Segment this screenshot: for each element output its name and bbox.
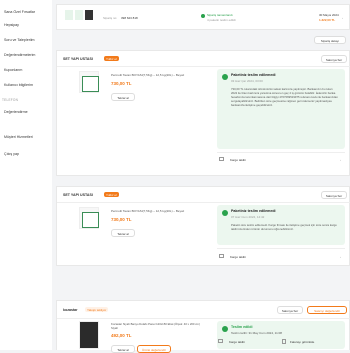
order-total: 1.322,00 TL — [319, 18, 336, 22]
invoice-icon — [282, 339, 286, 344]
product-price: 492,00 TL — [111, 333, 132, 338]
seller-badge: Yıldız el — [104, 192, 119, 197]
sidebar-item-requests[interactable]: Soru ve Talepleriim — [4, 38, 35, 42]
product-name[interactable]: Kozastar Siyah Banyo Dolabı Panel 120x15… — [111, 322, 206, 330]
chevron-right-icon[interactable]: › — [340, 158, 341, 162]
package-card: SET YAPI USTASI Yıldız el Satıcıya Sor P… — [56, 186, 350, 266]
ask-seller-button[interactable]: Satıcıya Sor — [277, 306, 303, 314]
order-status-sub: 4 paketin teslim edildi — [207, 18, 236, 22]
seller-badge: Yıldız el — [104, 56, 119, 61]
sidebar-item-hepsipay[interactable]: Hepsipay — [4, 23, 19, 27]
invoice-link[interactable]: Faturayı görüntüle — [290, 340, 314, 344]
divider — [217, 248, 345, 249]
divider — [57, 66, 350, 67]
delivery-date: Teslim tarihi: 31 May Cum 2024, 11:08 — [231, 331, 282, 335]
chevron-right-icon[interactable]: › — [342, 16, 343, 20]
order-header: Sipariş no: 398 623 818 Sipariş tamamlan… — [56, 4, 350, 30]
truck-icon — [218, 339, 223, 343]
buy-again-button[interactable]: Tekrar al — [111, 229, 135, 237]
order-no-label: Sipariş no: — [103, 16, 118, 20]
cargo-tracking-link[interactable]: Kargo takibi — [230, 255, 246, 259]
order-date: 30 Mayıs 2024 — [319, 13, 339, 17]
product-thumb-icon — [85, 10, 93, 20]
product-name[interactable]: Permolit Tavan BOYASI(7,5Kg) – 12,5 kg(2… — [111, 73, 184, 77]
seller-badge: Yakıştı tekliyor — [85, 307, 109, 312]
sidebar-section-title: TELEFON — [2, 98, 19, 102]
product-thumb-icon — [75, 10, 83, 20]
rate-product-button[interactable]: Ürünü değerlendir — [137, 345, 171, 353]
product-image[interactable] — [79, 71, 99, 93]
product-thumb-icon — [65, 10, 73, 20]
divider — [57, 202, 350, 203]
product-name[interactable]: Permolit Tavan BOYASI(7,5Kg) – 12,5 kg(2… — [111, 209, 184, 213]
divider — [217, 152, 345, 153]
ask-seller-button[interactable]: Satıcıya Sor — [321, 55, 347, 63]
sidebar-item-user-info[interactable]: Kullanıcı bilgilerim — [4, 83, 33, 87]
buy-again-button[interactable]: Tekrar al — [111, 345, 135, 353]
delivery-text: 730,00 TL tutarındaki ürününüzün iadesi … — [231, 87, 338, 107]
product-price: 730,00 TL — [111, 81, 132, 86]
divider — [57, 318, 350, 319]
product-image[interactable] — [79, 207, 99, 229]
seller-name[interactable]: SET YAPI USTASI — [63, 57, 93, 61]
delivery-title: Teslim edildi — [231, 325, 253, 329]
check-icon — [222, 326, 228, 332]
product-image[interactable] — [79, 321, 99, 349]
truck-icon — [219, 157, 224, 161]
delivery-status-box: Teslim edildi Teslim tarihi: 31 May Cum … — [217, 321, 345, 349]
product-price: 730,00 TL — [111, 217, 132, 222]
delivery-status-box: Paketiniz teslim edilemedi 07 Haz Cum 20… — [217, 205, 345, 245]
check-icon — [222, 210, 228, 216]
delivery-title: Paketiniz teslim edilemedi — [231, 209, 276, 213]
rate-seller-button[interactable]: Satıcıyı değerlendir — [307, 306, 347, 314]
delivery-status-box: Paketiniz teslim edilemedi 03 Haz Çar 20… — [217, 69, 345, 149]
order-no: 398 623 818 — [121, 16, 138, 20]
buy-again-button[interactable]: Tekrar al — [111, 93, 135, 101]
sidebar-item-coupons[interactable]: Kuponlarım — [4, 68, 22, 72]
package-card: SET YAPI USTASI Yıldız el Satıcıya Sor P… — [56, 50, 350, 176]
chevron-right-icon[interactable]: › — [340, 255, 341, 259]
sidebar-item-support[interactable]: Müşteri Hizmetleri — [4, 135, 33, 139]
order-status: Sipariş tamamlandı — [207, 13, 233, 17]
seller-name[interactable]: SET YAPI USTASI — [63, 193, 93, 197]
truck-icon — [219, 254, 224, 258]
cargo-tracking-link[interactable]: Kargo takibi — [229, 340, 245, 344]
delivery-date: 07 Haz Cum 2024, 14:42 — [231, 215, 265, 219]
delivery-text: Paketin size teslim edilemedi. Kargo fir… — [231, 223, 337, 231]
order-detail-button[interactable]: Sipariş detayı — [314, 36, 346, 44]
sidebar: Sana Özel Fırsatlar Hepsipay Soru ve Tal… — [0, 0, 52, 350]
sidebar-item-rating[interactable]: Değerlendirme — [4, 110, 28, 114]
cargo-tracking-link[interactable]: Kargo takibi — [230, 158, 246, 162]
main-content: Sipariş no: 398 623 818 Sipariş tamamlan… — [52, 0, 350, 353]
delivery-title: Paketiniz teslim edilemedi — [231, 73, 276, 77]
ask-seller-button[interactable]: Satıcıya Sor — [321, 191, 347, 199]
delivery-date: 03 Haz Çar 2024, 03:00 — [231, 79, 263, 83]
seller-name[interactable]: kozastar — [63, 308, 78, 312]
check-icon — [222, 74, 228, 80]
sidebar-item-logout[interactable]: Çıkış yap — [4, 152, 19, 156]
sidebar-item-offers[interactable]: Sana Özel Fırsatlar — [4, 10, 35, 14]
sidebar-item-reviews[interactable]: Değerlendirmelerim — [4, 53, 35, 57]
check-icon — [201, 14, 205, 18]
